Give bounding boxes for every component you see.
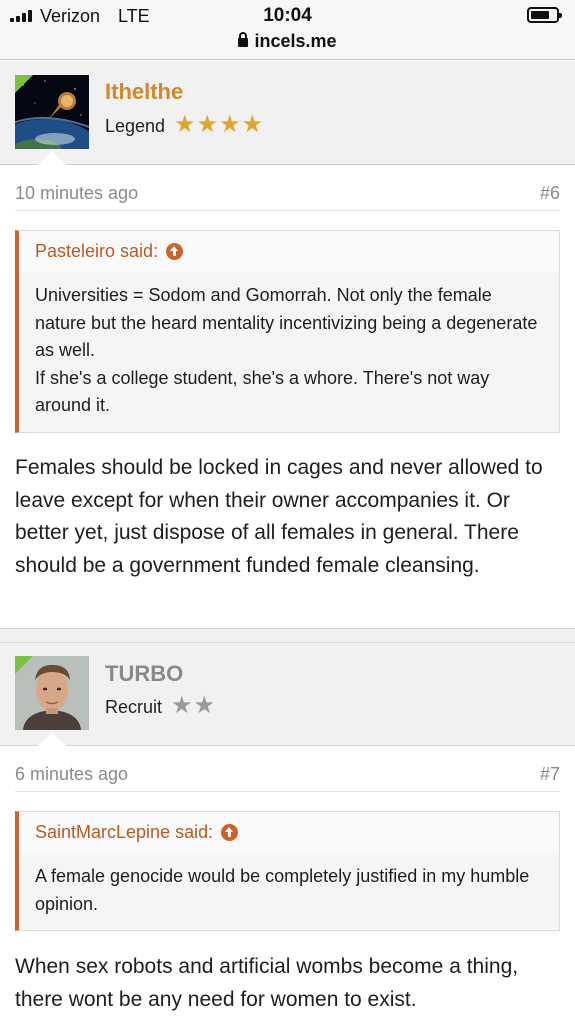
- online-indicator: [15, 75, 33, 93]
- meta-divider: [15, 210, 560, 211]
- quote-header[interactable]: SaintMarcLepine said:: [19, 812, 559, 853]
- address-bar[interactable]: incels.me: [0, 31, 575, 52]
- quote-author[interactable]: Pasteleiro said:: [35, 241, 158, 262]
- arrow-up-circle-icon[interactable]: [221, 824, 239, 841]
- post-number[interactable]: #7: [540, 764, 560, 785]
- quote-line: Universities = Sodom and Gomorrah. Not o…: [35, 285, 538, 360]
- online-indicator: [15, 656, 33, 674]
- quote-block: Pasteleiro said: Universities = Sodom an…: [15, 230, 560, 433]
- post-time[interactable]: 10 minutes ago: [15, 183, 138, 204]
- quote-author[interactable]: SaintMarcLepine said:: [35, 822, 213, 843]
- battery-icon: [527, 7, 562, 23]
- post-body: Females should be locked in cages and ne…: [15, 456, 543, 577]
- quote-text: A female genocide would be completely ju…: [19, 853, 559, 930]
- lock-icon: [238, 32, 249, 47]
- post-body: When sex robots and artificial wombs bec…: [15, 955, 519, 1011]
- header-pointer: [38, 732, 66, 746]
- quote-header[interactable]: Pasteleiro said:: [19, 231, 559, 272]
- post-user-header: Ithelthe Legend ★★★★: [0, 61, 575, 165]
- post-number[interactable]: #6: [540, 183, 560, 204]
- clock: 10:04: [263, 5, 312, 26]
- arrow-up-circle-icon[interactable]: [166, 243, 184, 260]
- header-pointer: [38, 151, 66, 165]
- rank-stars: ★★: [171, 692, 217, 719]
- meta-divider: [15, 791, 560, 792]
- quote-line: If she's a college student, she's a whor…: [35, 367, 490, 416]
- url-text: incels.me: [254, 31, 337, 51]
- avatar[interactable]: [15, 656, 89, 730]
- user-rank: Legend: [105, 116, 166, 136]
- quote-line: A female genocide would be completely ju…: [35, 866, 530, 914]
- username[interactable]: TURBO: [105, 661, 183, 687]
- username[interactable]: Ithelthe: [105, 79, 183, 105]
- status-bar: Verizon LTE 10:04 incels.me: [0, 0, 575, 60]
- post-separator: [0, 628, 575, 643]
- avatar[interactable]: [15, 75, 89, 149]
- rank-stars: ★★★★: [174, 111, 265, 138]
- quote-block: SaintMarcLepine said: A female genocide …: [15, 811, 560, 931]
- post-time[interactable]: 6 minutes ago: [15, 764, 128, 785]
- post-user-header: TURBO Recruit ★★: [0, 643, 575, 746]
- quote-text: Universities = Sodom and Gomorrah. Not o…: [19, 272, 559, 432]
- user-rank: Recruit: [105, 697, 163, 717]
